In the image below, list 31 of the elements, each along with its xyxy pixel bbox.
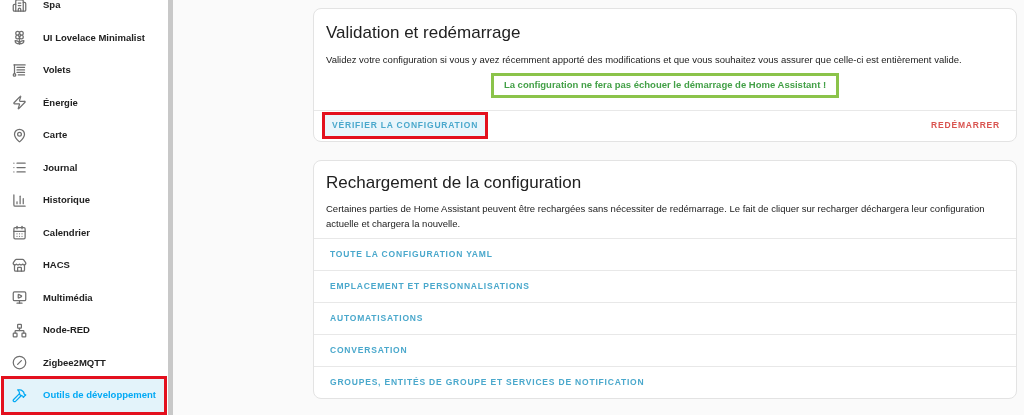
sidebar-item[interactable]: Zigbee2MQTT [4,346,164,379]
success-message: La configuration ne fera pas échouer le démarrage de Home Assistant ! [490,73,840,98]
blinds-icon [12,62,27,78]
sidebar-item[interactable]: Calendrier [4,216,164,249]
sidebar-item[interactable]: Spa [4,0,164,22]
lightning-icon [12,95,27,111]
store-icon [12,257,27,273]
hammer-icon [12,387,27,403]
restart-button[interactable]: REDÉMARRER [931,119,1000,132]
sidebar-item[interactable]: Volets [4,54,164,87]
card-description: Validez votre configuration si vous y avez récemment apporté des modifications et que vous souhaitez vous assurer que celle-ci est entièrement valide. [325,53,963,67]
map-pin-icon [12,127,27,143]
building-icon [12,0,27,13]
list-icon [12,160,27,176]
calendar-icon [12,225,27,241]
sidebar-item[interactable]: Multimédia [4,281,164,314]
card-description: Certaines parties de Home Assistant peuvent être rechargées sans nécessiter de redémarrage. Le fait de cliquer sur recharger déchargera leur configuration actuelle et chargera la nouvelle. [325,201,986,231]
sidebar-item[interactable]: Énergie [4,86,164,119]
network-icon [12,322,27,338]
flower-icon [12,30,27,46]
sidebar-item[interactable]: Journal [4,151,164,184]
card-title: Rechargement de la configuration [325,171,583,193]
sidebar-item[interactable]: Node-RED [4,314,164,347]
circle-slash-icon [12,355,27,371]
sidebar-item[interactable]: HACS [4,249,164,282]
bar-chart-icon [12,192,27,208]
sidebar-item[interactable]: Historique [4,184,164,217]
sidebar-item[interactable]: Carte [4,119,164,152]
card-title: Validation et redémarrage [325,22,522,43]
sidebar-item[interactable]: UI Lovelace Minimalist [4,21,164,54]
media-icon [12,290,27,306]
